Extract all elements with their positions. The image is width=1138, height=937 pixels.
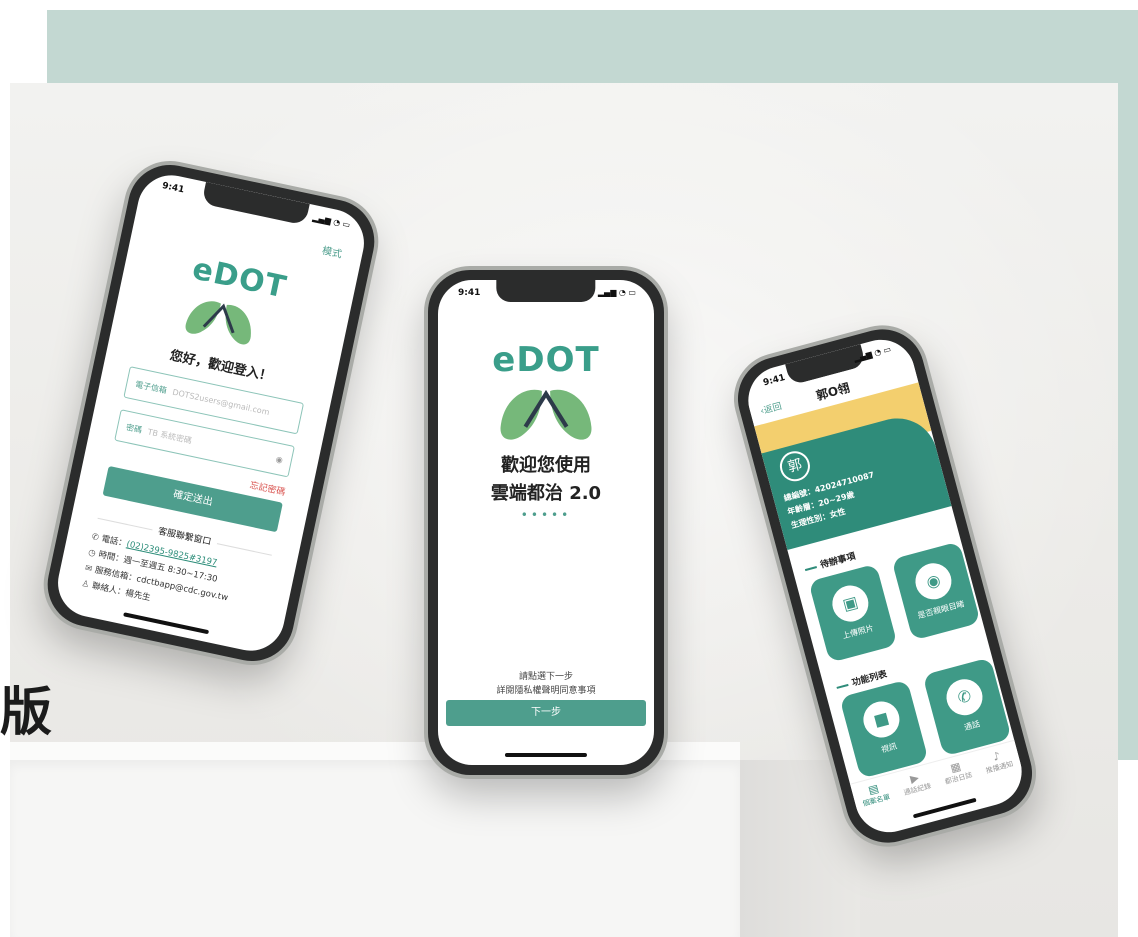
privacy-hint: 請點選下一步 詳閱隱私權聲明同意事項 xyxy=(438,670,654,698)
phone-icon: ✆ xyxy=(90,531,100,544)
welcome-screen: 9:41 ▂▄▆ ◔ ▭ eDOT 歡迎您使用 雲端都治 2.0 ••••• 請… xyxy=(438,280,654,765)
lungs-logo-icon xyxy=(185,301,251,345)
eye-icon: ◉ xyxy=(911,559,956,604)
tab-case-list[interactable]: ▤ 個案名單 xyxy=(857,776,893,817)
hint-line-1: 請點選下一步 xyxy=(518,672,573,682)
forgot-password-link[interactable]: 忘記密碼 xyxy=(249,478,287,498)
signal-wifi-battery-icon: ▂▄▆ ◔ ▭ xyxy=(597,288,636,297)
app-logo-text: eDOT xyxy=(492,340,600,380)
upload-photo-tile[interactable]: ▣ 上傳照片 xyxy=(808,563,898,663)
video-tile[interactable]: ■ 視訊 xyxy=(839,679,929,779)
section-todo-label: 待辦事項 xyxy=(819,551,857,571)
home-indicator xyxy=(123,612,210,635)
tab-notifications[interactable]: ♪ 推播通知 xyxy=(980,743,1016,784)
email-placeholder: DOTS2users@gmail.com xyxy=(171,387,271,417)
home-indicator xyxy=(504,753,588,757)
hero-text-fragment: 版 xyxy=(0,683,53,743)
video-label: 視訊 xyxy=(880,741,898,755)
status-time: 9:41 xyxy=(161,180,186,196)
phone-welcome: 9:41 ▂▄▆ ◔ ▭ eDOT 歡迎您使用 雲端都治 2.0 ••••• 請… xyxy=(428,270,664,775)
pedestal xyxy=(10,760,740,937)
section-bar xyxy=(804,565,817,571)
password-label: 密碼 xyxy=(125,422,143,435)
phone-label: 電話： xyxy=(100,534,128,550)
call-label: 通話 xyxy=(963,719,982,733)
next-button[interactable]: 下一步 xyxy=(446,700,646,726)
welcome-heading: 歡迎您使用 雲端都治 2.0 xyxy=(438,452,654,508)
status-time: 9:41 xyxy=(762,372,787,389)
image-icon: ▣ xyxy=(828,581,873,626)
observe-tile[interactable]: ◉ 是否親眼目睹 xyxy=(891,541,981,641)
password-placeholder: TB 系統密碼 xyxy=(146,426,193,446)
mode-link[interactable]: 模式 xyxy=(321,242,344,261)
show-password-icon[interactable]: ◉ xyxy=(275,454,284,464)
welcome-line-2: 雲端都治 2.0 xyxy=(490,483,602,504)
phone-icon: ✆ xyxy=(942,675,987,720)
section-bar xyxy=(836,683,849,689)
person-icon: ♙ xyxy=(80,578,91,591)
upload-photo-label: 上傳照片 xyxy=(841,623,875,641)
tab-dots-log[interactable]: ▦ 都治日誌 xyxy=(939,754,975,795)
email-label: 電子信箱 xyxy=(134,379,168,395)
tab-call-log[interactable]: ▶ 通話紀錄 xyxy=(898,765,934,806)
mail-icon: ✉ xyxy=(83,563,93,575)
notch xyxy=(496,280,596,302)
welcome-line-1: 歡迎您使用 xyxy=(501,455,591,476)
call-tile[interactable]: ✆ 通話 xyxy=(922,657,1012,757)
status-time: 9:41 xyxy=(458,288,481,298)
lungs-logo-icon xyxy=(500,389,592,440)
page-indicator: ••••• xyxy=(520,508,572,522)
signal-wifi-battery-icon: ▂▄▆ ◔ ▭ xyxy=(311,212,351,230)
clock-icon: ◷ xyxy=(87,547,97,559)
observe-label: 是否親眼目睹 xyxy=(916,599,966,621)
video-camera-icon: ■ xyxy=(859,697,904,742)
hint-line-2: 詳閱隱私權聲明同意事項 xyxy=(496,686,596,696)
